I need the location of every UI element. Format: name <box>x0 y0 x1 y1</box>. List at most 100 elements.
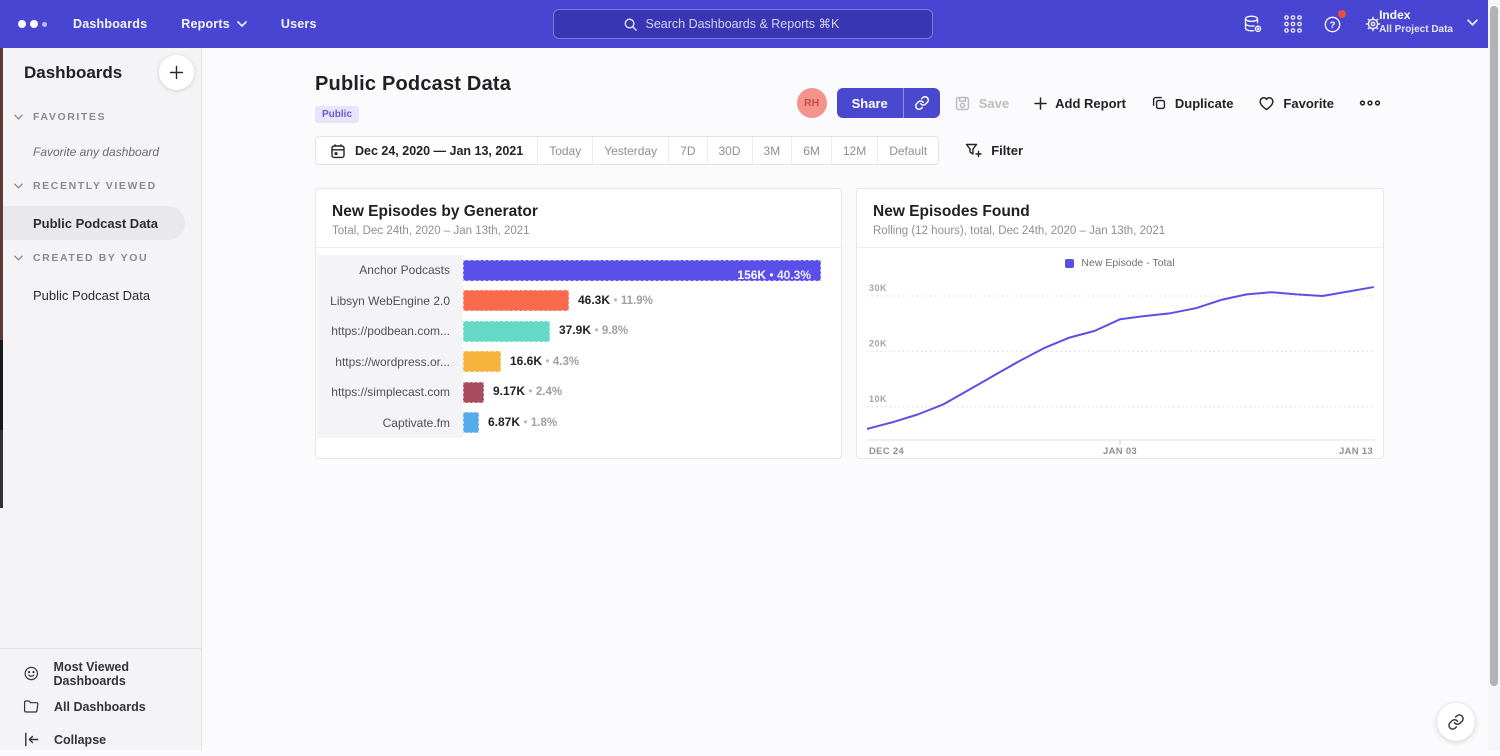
section-favorites[interactable]: FAVORITES <box>14 111 106 123</box>
legend-swatch <box>1065 259 1074 268</box>
scrollbar-thumb[interactable] <box>1490 6 1498 686</box>
nav-reports[interactable]: Reports <box>181 17 247 31</box>
workspace-switcher[interactable]: Index All Project Data <box>1379 8 1478 36</box>
filter-button[interactable]: Filter <box>965 143 1023 159</box>
legend-label: New Episode - Total <box>1081 257 1174 269</box>
chevron-down-icon <box>14 183 23 189</box>
nav-dashboards[interactable]: Dashboards <box>73 17 147 31</box>
save-button[interactable]: Save <box>954 95 1009 112</box>
card-subtitle: Rolling (12 hours), total, Dec 24th, 202… <box>873 225 1367 237</box>
bar-row: Captivate.fm 6.87K • 1.8% <box>317 408 840 439</box>
bar-3[interactable] <box>463 321 550 342</box>
bar-6[interactable] <box>463 412 479 433</box>
bar-value-label: 6.87K • 1.8% <box>488 415 557 429</box>
nav-users[interactable]: Users <box>281 17 317 31</box>
chevron-down-icon <box>1467 19 1478 26</box>
svg-text:?: ? <box>1330 20 1336 31</box>
bar-track: 9.17K • 2.4% <box>463 377 840 408</box>
bar-category-label: https://simplecast.com <box>317 377 463 408</box>
floating-link-button[interactable] <box>1437 703 1475 741</box>
favorites-empty-text: Favorite any dashboard <box>33 145 159 159</box>
date-preset-default[interactable]: Default <box>878 137 938 164</box>
chartable-logo[interactable] <box>18 20 47 28</box>
heart-icon <box>1258 95 1275 111</box>
line-chart[interactable]: 10K20K30KDEC 24JAN 03JAN 13 <box>867 275 1375 456</box>
search-input[interactable] <box>646 17 864 31</box>
date-preset-12m[interactable]: 12M <box>832 137 878 164</box>
date-preset-30d[interactable]: 30D <box>708 137 753 164</box>
chevron-down-icon <box>14 255 23 261</box>
link-icon <box>1447 713 1465 731</box>
svg-text:JAN 13: JAN 13 <box>1339 446 1373 456</box>
add-report-button[interactable]: Add Report <box>1034 96 1126 111</box>
ellipsis-icon <box>1359 99 1381 107</box>
screen-edge-artifact <box>0 340 3 430</box>
section-created-by-you[interactable]: CREATED BY YOU <box>14 252 148 264</box>
date-preset-7d[interactable]: 7D <box>669 137 707 164</box>
share-label: Share <box>837 88 903 118</box>
svg-text:20K: 20K <box>869 338 887 348</box>
report-card-new-episodes-by-generator[interactable]: New Episodes by Generator Total, Dec 24t… <box>315 188 842 459</box>
bar-category-label: Captivate.fm <box>317 408 463 439</box>
bar-value-label: 46.3K • 11.9% <box>578 293 653 307</box>
apps-grid-icon[interactable] <box>1282 13 1304 35</box>
avatar[interactable]: RH <box>797 88 827 118</box>
add-dashboard-button[interactable] <box>159 55 194 90</box>
calendar-icon <box>330 143 346 159</box>
sidebar-item-public-podcast-data[interactable]: Public Podcast Data <box>0 206 185 240</box>
bar-2[interactable] <box>463 290 569 311</box>
bar-track: 16.6K • 4.3% <box>463 347 840 378</box>
date-range-picker[interactable]: Dec 24, 2020 — Jan 13, 2021 <box>316 137 538 164</box>
bar-track: 156K • 40.3% <box>463 255 840 286</box>
share-button[interactable]: Share <box>837 88 940 118</box>
date-preset-6m[interactable]: 6M <box>792 137 832 164</box>
header-actions: RH Share Save Add Report Duplicate Favor… <box>797 88 1381 118</box>
top-nav: Dashboards Reports Users <box>0 0 1500 48</box>
bar-row: https://wordpress.or...16.6K • 4.3% <box>317 347 840 378</box>
report-card-new-episodes-found[interactable]: New Episodes Found Rolling (12 hours), t… <box>856 188 1384 459</box>
date-preset-today[interactable]: Today <box>538 137 593 164</box>
svg-text:JAN 03: JAN 03 <box>1103 446 1137 456</box>
sidebar-title: Dashboards <box>24 63 122 83</box>
all-dashboards-link[interactable]: All Dashboards <box>0 690 201 723</box>
date-preset-yesterday[interactable]: Yesterday <box>593 137 669 164</box>
bar-category-label: Libsyn WebEngine 2.0 <box>317 286 463 317</box>
bar-track: 6.87K • 1.8% <box>463 408 840 439</box>
more-options-button[interactable] <box>1359 99 1381 107</box>
date-preset-3m[interactable]: 3M <box>753 137 793 164</box>
plus-icon <box>169 65 184 80</box>
collapse-sidebar-button[interactable]: Collapse <box>0 723 201 756</box>
bar-4[interactable] <box>463 351 501 372</box>
screen-edge-artifact <box>0 48 3 340</box>
bar-category-label: https://wordpress.or... <box>317 347 463 378</box>
chevron-down-icon <box>237 21 247 27</box>
card-subtitle: Total, Dec 24th, 2020 – Jan 13th, 2021 <box>332 225 825 237</box>
sidebar-footer: Most Viewed Dashboards All Dashboards Co… <box>0 648 201 756</box>
card-title: New Episodes Found <box>873 203 1367 221</box>
favorite-button[interactable]: Favorite <box>1258 95 1334 111</box>
main-content: Public Podcast Data Public RH Share Save… <box>202 48 1500 750</box>
duplicate-button[interactable]: Duplicate <box>1151 95 1234 111</box>
card-header: New Episodes by Generator Total, Dec 24t… <box>316 189 841 248</box>
global-search[interactable] <box>553 9 933 39</box>
bar-rows: Anchor Podcasts156K • 40.3%Libsyn WebEng… <box>317 255 840 438</box>
help-icon[interactable]: ? <box>1322 13 1344 35</box>
bar-row: https://simplecast.com9.17K • 2.4% <box>317 377 840 408</box>
most-viewed-dashboards-link[interactable]: Most Viewed Dashboards <box>0 657 201 690</box>
date-bar: Dec 24, 2020 — Jan 13, 2021 TodayYesterd… <box>315 136 1023 165</box>
date-range-group: Dec 24, 2020 — Jan 13, 2021 TodayYesterd… <box>315 136 939 165</box>
bar-track: 46.3K • 11.9% <box>463 286 840 317</box>
data-sources-icon[interactable] <box>1242 13 1264 35</box>
sidebar-item-public-podcast-data-created[interactable]: Public Podcast Data <box>0 278 185 312</box>
svg-text:DEC 24: DEC 24 <box>869 446 904 456</box>
folder-icon <box>22 697 41 716</box>
bar-1[interactable]: 156K • 40.3% <box>463 260 821 281</box>
scrollbar-track <box>1488 0 1500 750</box>
section-recently-viewed[interactable]: RECENTLY VIEWED <box>14 180 157 192</box>
chevron-down-icon <box>14 114 23 120</box>
bar-track: 37.9K • 9.8% <box>463 316 840 347</box>
duplicate-icon <box>1151 95 1167 111</box>
workspace-scope: All Project Data <box>1379 23 1453 36</box>
share-link-icon[interactable] <box>904 88 940 118</box>
bar-5[interactable] <box>463 382 484 403</box>
